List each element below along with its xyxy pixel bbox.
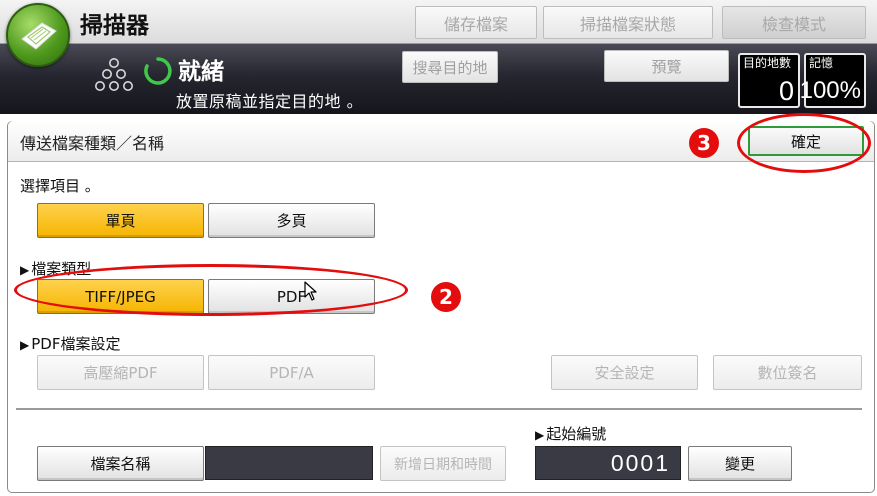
ready-ring-icon (143, 56, 173, 90)
scanner-app-icon (6, 3, 70, 67)
high-compression-pdf-button[interactable]: 高壓縮PDF (37, 355, 204, 390)
start-number-display: 0001 (535, 446, 681, 480)
check-mode-button[interactable]: 檢查模式 (722, 6, 866, 39)
start-number-heading: ▶ 起始編號 (535, 423, 606, 444)
panel-title: 傳送檔案種類／名稱 (20, 134, 165, 153)
security-settings-button[interactable]: 安全設定 (551, 355, 698, 390)
pdf-settings-heading-label: PDF檔案設定 (31, 335, 121, 353)
stored-files-button[interactable]: 儲存檔案 (415, 6, 537, 39)
scanned-file-status-button[interactable]: 掃描檔案狀態 (543, 6, 713, 39)
status-dots-icon (94, 56, 134, 104)
preview-button[interactable]: 預覽 (604, 50, 729, 82)
pdf-a-button[interactable]: PDF/A (208, 355, 375, 390)
digital-signature-button[interactable]: 數位簽名 (713, 355, 862, 390)
file-name-button[interactable]: 檔案名稱 (37, 446, 204, 481)
app-title: 掃描器 (80, 13, 149, 39)
step-3-badge: 3 (689, 128, 719, 158)
section-arrow-icon: ▶ (20, 263, 30, 277)
status-title: 就緒 (178, 59, 224, 85)
add-date-time-button[interactable]: 新增日期和時間 (380, 446, 506, 481)
step-2-badge: 2 (431, 282, 461, 312)
file-name-field[interactable] (205, 446, 373, 480)
section-arrow-icon: ▶ (535, 428, 545, 442)
single-page-button[interactable]: 單頁 (37, 203, 204, 238)
section-arrow-icon: ▶ (20, 338, 30, 352)
section-divider (16, 408, 862, 410)
pdf-settings-heading: ▶ PDF檔案設定 (20, 333, 120, 354)
destination-count-value: 0 (778, 76, 794, 106)
destination-count-label: 目的地數 (743, 56, 792, 70)
memory-value: 100% (799, 77, 861, 104)
destination-count: 目的地數 0 (738, 53, 800, 108)
confirm-highlight (737, 113, 871, 173)
start-number-heading-label: 起始編號 (546, 425, 607, 443)
change-button[interactable]: 變更 (688, 446, 792, 481)
memory-indicator: 記憶 100% (800, 53, 866, 108)
search-destination-button[interactable]: 搜尋目的地 (402, 51, 498, 83)
select-prompt: 選擇項目 。 (20, 177, 100, 195)
status-message: 放置原稿並指定目的地 。 (176, 92, 364, 111)
memory-label: 記憶 (809, 56, 834, 70)
file-type-highlight (14, 264, 408, 316)
multi-page-button[interactable]: 多頁 (208, 203, 375, 238)
